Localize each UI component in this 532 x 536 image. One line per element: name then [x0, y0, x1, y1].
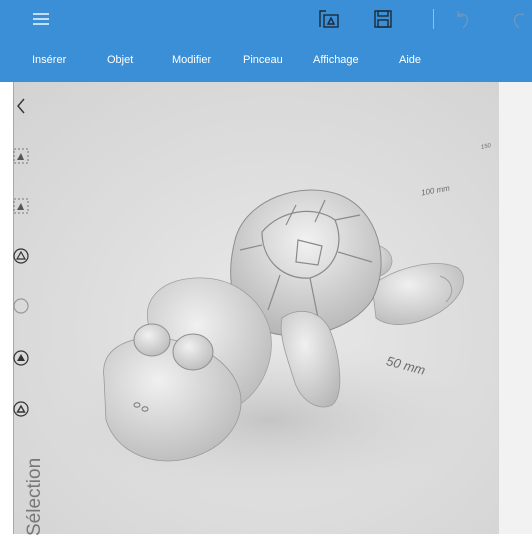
menu-modify[interactable]: Modifier: [172, 54, 211, 66]
select-object-icon[interactable]: [12, 147, 30, 165]
collapse-chevron-icon[interactable]: [12, 97, 30, 115]
redo-icon[interactable]: [506, 6, 532, 32]
save-icon[interactable]: [370, 6, 396, 32]
selection-panel: [498, 82, 532, 534]
triangle-outline-icon[interactable]: [12, 400, 30, 418]
select-object-alt-icon[interactable]: [12, 197, 30, 215]
menu-bar: Insérer Objet Modifier Pinceau Affichage…: [0, 40, 532, 82]
selection-label: Sélection: [24, 457, 45, 536]
triangle-paint-icon[interactable]: [12, 349, 30, 367]
triangle-select-icon[interactable]: [12, 247, 30, 265]
hamburger-icon[interactable]: [28, 6, 54, 32]
toolbar-divider: [433, 9, 434, 29]
title-toolbar: [0, 0, 532, 40]
menu-view[interactable]: Affichage: [313, 54, 359, 66]
menu-brush[interactable]: Pinceau: [243, 54, 283, 66]
menu-help[interactable]: Aide: [399, 54, 421, 66]
radio-circle-icon[interactable]: [12, 297, 30, 315]
3d-viewport[interactable]: 150 100 mm 50 mm: [0, 82, 498, 534]
menu-insert[interactable]: Insérer: [32, 54, 66, 66]
print-3d-icon[interactable]: [316, 6, 342, 32]
turtle-model-render: [50, 189, 490, 500]
menu-object[interactable]: Objet: [107, 54, 133, 66]
undo-icon[interactable]: [450, 6, 476, 32]
